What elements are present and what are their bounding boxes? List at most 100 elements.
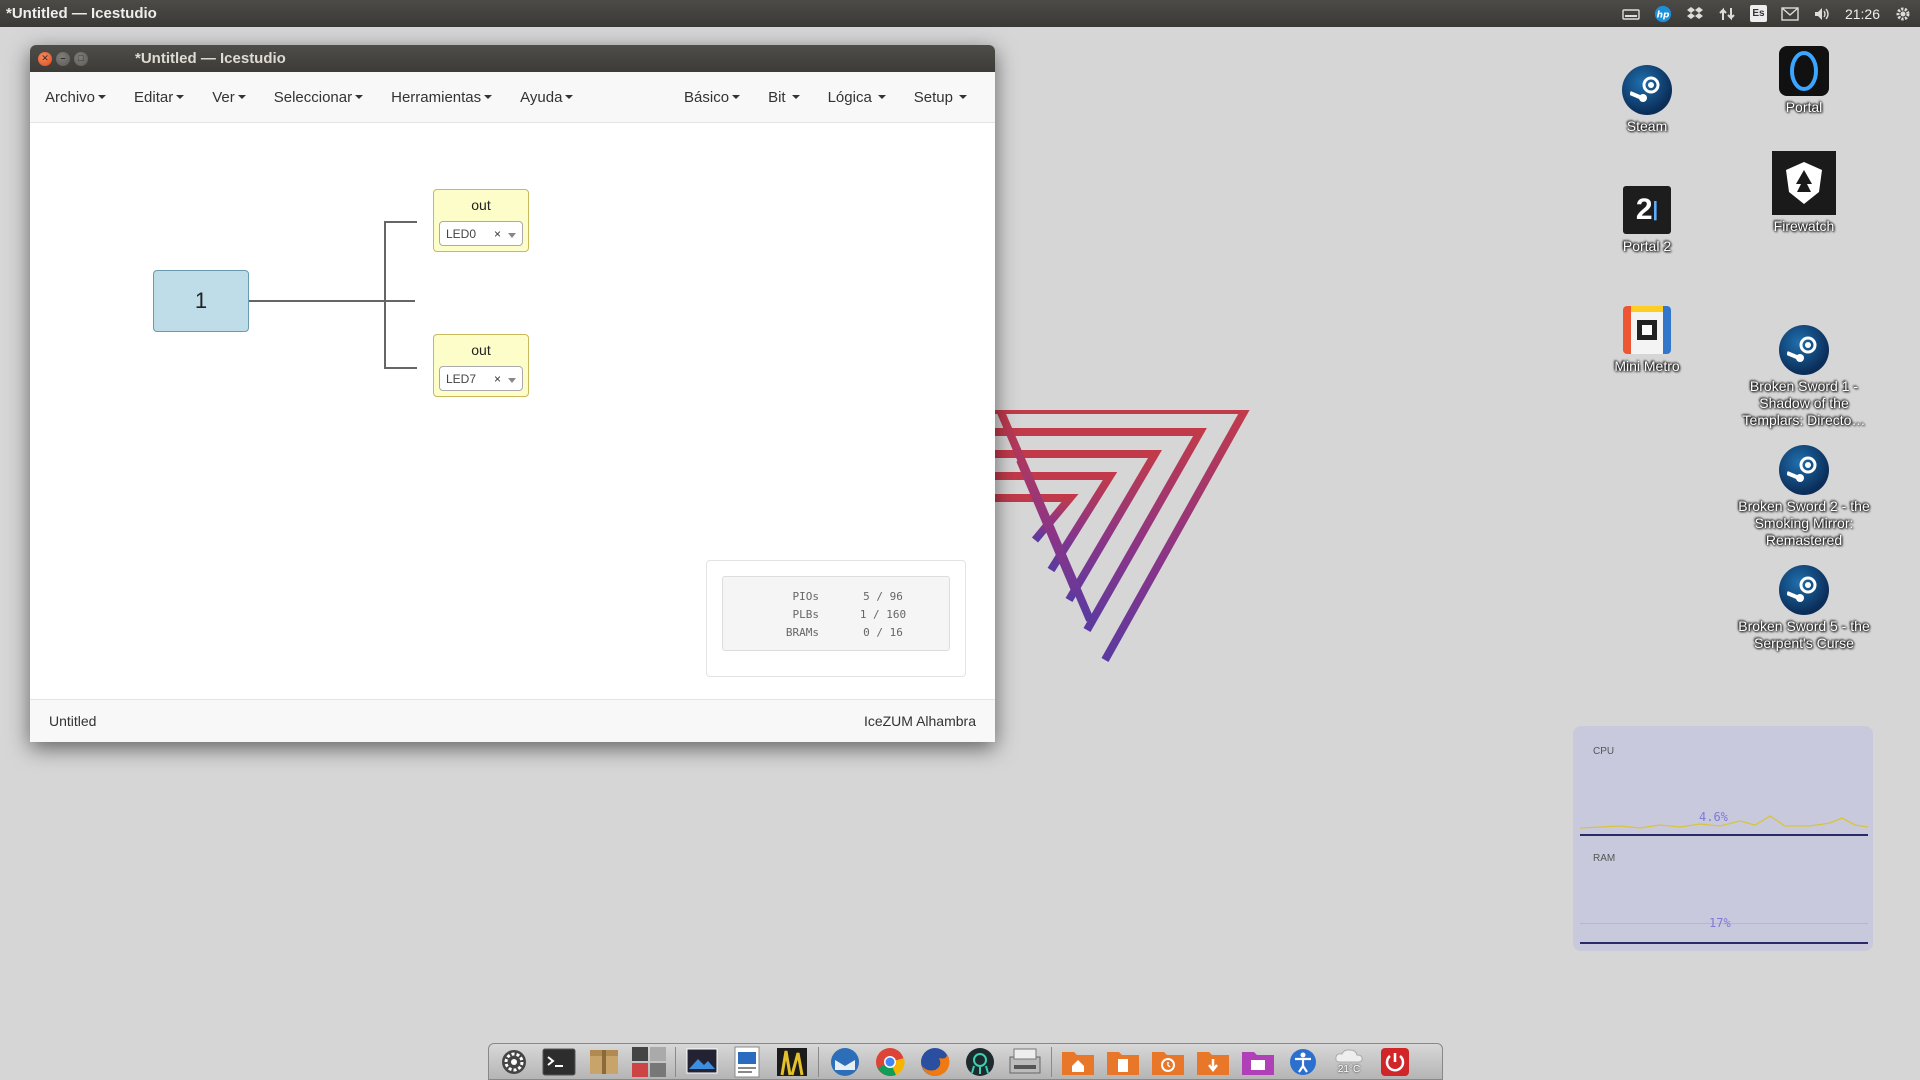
accessibility-icon[interactable] <box>1284 1045 1322 1079</box>
menu-archivo[interactable]: Archivo <box>45 72 120 123</box>
chrome-icon[interactable] <box>871 1045 909 1079</box>
resource-name: BRAMs <box>785 625 819 639</box>
workspace-switcher-icon[interactable] <box>630 1045 668 1079</box>
caret-down-icon <box>176 95 185 99</box>
cpu-label: CPU <box>1593 746 1615 757</box>
cpu-baseline <box>1580 834 1868 836</box>
gear-icon[interactable] <box>1894 5 1912 23</box>
menubar: Archivo Editar Ver Seleccionar Herramien… <box>30 72 995 123</box>
desktop-icon-broken-sword-5[interactable]: Broken Sword 5 - the Serpent's Curse <box>1729 564 1879 652</box>
thunderbird-icon[interactable] <box>826 1045 864 1079</box>
pin-select[interactable]: LED0 × <box>439 221 523 246</box>
desktop-icon-label: Portal <box>1785 99 1823 115</box>
desktop-icon-firewatch[interactable]: Firewatch <box>1729 150 1879 235</box>
image-viewer-icon[interactable] <box>683 1045 721 1079</box>
document-viewer-icon[interactable] <box>728 1045 766 1079</box>
dropbox-icon[interactable] <box>1686 5 1704 23</box>
minimize-icon[interactable]: – <box>56 51 70 66</box>
desktop-icon-broken-sword-1[interactable]: Broken Sword 1 - Shadow of the Templars:… <box>1729 324 1879 429</box>
desktop-icon-label: Steam <box>1626 118 1668 134</box>
menu-basico[interactable]: Básico <box>670 72 754 123</box>
ram-label: RAM <box>1593 853 1616 864</box>
window-titlebar[interactable]: ✕ – □ *Untitled — Icestudio <box>30 45 995 72</box>
settings-icon[interactable] <box>495 1045 533 1079</box>
resource-row: PLBs 1 / 160 <box>723 605 949 623</box>
steam-icon <box>1779 445 1829 495</box>
keyboard-layout-indicator[interactable]: Es <box>1749 5 1767 22</box>
firewatch-icon <box>1772 151 1836 215</box>
menu-label: Ver <box>212 88 235 106</box>
menu-editar[interactable]: Editar <box>120 72 198 123</box>
resource-value: 1 / 160 <box>859 607 907 621</box>
desktop-icon-portal[interactable]: Portal <box>1729 45 1879 116</box>
menu-ver[interactable]: Ver <box>198 72 260 123</box>
caret-down-icon <box>237 95 246 99</box>
menu-setup[interactable]: Setup <box>900 72 981 123</box>
dropdown-arrow-icon[interactable] <box>508 233 516 238</box>
home-folder-icon[interactable] <box>1059 1045 1097 1079</box>
drive-icon[interactable] <box>1622 5 1640 23</box>
volume-icon[interactable] <box>1813 5 1831 23</box>
pin-value: LED0 <box>446 226 477 241</box>
menu-logica[interactable]: Lógica <box>814 72 900 123</box>
steam-icon <box>1622 65 1672 115</box>
scanner-icon[interactable] <box>1006 1045 1044 1079</box>
terminal-icon[interactable] <box>540 1045 578 1079</box>
photo-app-icon[interactable] <box>773 1045 811 1079</box>
desktop-icon-label: Firewatch <box>1773 218 1835 234</box>
weather-indicator[interactable]: 21°C <box>1329 1045 1369 1079</box>
menu-bit[interactable]: Bit <box>754 72 814 123</box>
resource-value: 5 / 96 <box>863 589 903 603</box>
desktop-icon-mini-metro[interactable]: Mini Metro <box>1572 304 1722 375</box>
firefox-icon[interactable] <box>916 1045 954 1079</box>
caret-down-icon <box>484 95 493 99</box>
portal-2-icon: 2 | <box>1623 186 1671 234</box>
menu-label: Bit <box>768 88 786 106</box>
close-icon[interactable]: ✕ <box>38 51 52 66</box>
output-block-led7[interactable]: out LED7 × <box>433 334 529 397</box>
network-icon[interactable] <box>1718 5 1736 23</box>
mini-metro-icon <box>1623 306 1671 354</box>
clear-icon[interactable]: × <box>494 372 501 386</box>
maximize-icon[interactable]: □ <box>74 51 88 66</box>
status-filename: Untitled <box>49 713 97 729</box>
menu-ayuda[interactable]: Ayuda <box>506 72 587 123</box>
videos-folder-icon[interactable] <box>1239 1045 1277 1079</box>
desktop-icon-label: Mini Metro <box>1614 358 1680 374</box>
output-block-led0[interactable]: out LED0 × <box>433 189 529 252</box>
design-canvas[interactable]: 1 out LED0 × out LED7 × PIOs 5 / 96 PLBs… <box>30 123 995 699</box>
status-board[interactable]: IceZUM Alhambra <box>864 713 976 729</box>
dropdown-arrow-icon[interactable] <box>508 378 516 383</box>
mail-icon[interactable] <box>1781 5 1799 23</box>
resource-name: PIOs <box>792 589 820 603</box>
steam-icon <box>1779 565 1829 615</box>
wallpaper-logo <box>990 410 1250 662</box>
archive-manager-icon[interactable] <box>585 1045 623 1079</box>
menu-herramientas[interactable]: Herramientas <box>377 72 506 123</box>
desktop-icon-portal-2[interactable]: 2 | Portal 2 <box>1572 184 1722 255</box>
clock[interactable]: 21:26 <box>1845 6 1880 22</box>
menu-label: Seleccionar <box>273 88 353 106</box>
dock-separator <box>818 1046 819 1077</box>
caret-down-icon <box>959 95 967 99</box>
weather-temperature: 21°C <box>1337 1064 1361 1075</box>
recent-folder-icon[interactable] <box>1149 1045 1187 1079</box>
clear-icon[interactable]: × <box>494 227 501 241</box>
menu-seleccionar[interactable]: Seleccionar <box>260 72 377 123</box>
wire[interactable] <box>384 367 417 369</box>
documents-folder-icon[interactable] <box>1104 1045 1142 1079</box>
menu-label: Básico <box>684 88 730 106</box>
wire[interactable] <box>384 221 417 223</box>
gitkraken-icon[interactable] <box>961 1045 999 1079</box>
desktop-icon-broken-sword-2[interactable]: Broken Sword 2 - the Smoking Mirror: Rem… <box>1729 444 1879 549</box>
desktop-icon-steam[interactable]: Steam <box>1572 64 1722 135</box>
pin-select[interactable]: LED7 × <box>439 366 523 391</box>
resource-row: BRAMs 0 / 16 <box>723 623 949 641</box>
power-icon[interactable] <box>1376 1045 1414 1079</box>
constant-block[interactable]: 1 <box>153 270 249 332</box>
downloads-folder-icon[interactable] <box>1194 1045 1232 1079</box>
resource-value: 0 / 16 <box>863 625 903 639</box>
hp-icon[interactable]: hp <box>1654 5 1672 23</box>
wire[interactable] <box>384 221 386 368</box>
wire[interactable] <box>249 300 415 302</box>
